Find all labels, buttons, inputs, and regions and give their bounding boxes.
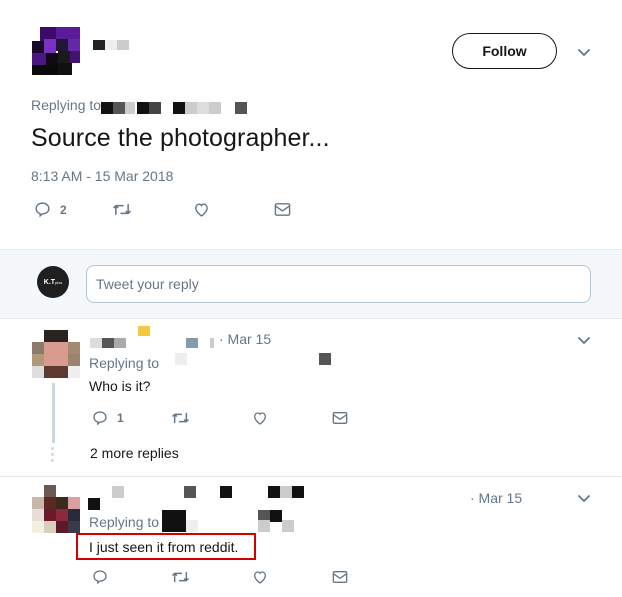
follow-button[interactable]: Follow [452, 33, 557, 69]
reply-icon [93, 570, 107, 585]
reply-action[interactable]: 2 [34, 201, 67, 218]
reply-input[interactable]: Tweet your reply [86, 265, 591, 303]
replying-to: Replying to [89, 514, 160, 530]
retweet-action[interactable] [171, 410, 190, 426]
replying-to-handles-redacted[interactable] [101, 102, 247, 114]
user-avatar[interactable]: K.T pics [37, 266, 69, 298]
replying-to-handles-redacted[interactable] [162, 510, 302, 532]
reply-date[interactable]: · Mar 15 [219, 331, 271, 347]
reply-avatar[interactable] [32, 330, 80, 378]
divider [0, 476, 622, 477]
chevron-down-icon[interactable] [577, 493, 591, 503]
like-action[interactable] [193, 201, 210, 218]
dm-icon [332, 412, 348, 424]
reply-count: 2 [60, 202, 67, 217]
reply-count: 1 [117, 411, 124, 425]
retweet-action[interactable] [171, 569, 190, 585]
replying-to: Replying to [31, 97, 102, 113]
author-avatar[interactable] [32, 27, 80, 75]
retweet-icon [171, 571, 190, 583]
replying-to: Replying to [89, 355, 160, 371]
reply-text: Who is it? [89, 378, 151, 394]
chevron-down-icon[interactable] [577, 335, 591, 345]
like-action[interactable] [252, 569, 268, 585]
more-replies-link[interactable]: 2 more replies [90, 445, 179, 461]
like-icon [253, 571, 267, 584]
like-icon [253, 412, 267, 425]
chevron-down-icon[interactable] [577, 47, 591, 57]
reply-author-redacted[interactable] [88, 486, 308, 510]
dm-action[interactable] [332, 570, 348, 584]
like-icon [195, 203, 208, 217]
reply-action[interactable] [92, 569, 108, 585]
reply-text: I just seen it from reddit. [89, 539, 239, 555]
retweet-action[interactable] [112, 201, 132, 218]
dm-icon [332, 571, 348, 583]
retweet-icon [171, 412, 190, 424]
reply-date[interactable]: · Mar 15 [470, 490, 522, 506]
like-action[interactable] [252, 410, 268, 426]
replying-to-handles-redacted[interactable] [175, 353, 335, 365]
reply-icon [35, 202, 50, 218]
reply-icon [93, 411, 107, 426]
dm-action[interactable] [274, 202, 291, 217]
tweet-timestamp[interactable]: 8:13 AM - 15 Mar 2018 [31, 168, 173, 184]
reply-action[interactable]: 1 [92, 410, 124, 426]
tweet-text: Source the photographer... [31, 124, 330, 152]
retweet-icon [112, 204, 132, 215]
reply-avatar[interactable] [32, 485, 80, 533]
dm-action[interactable] [332, 411, 348, 425]
dm-icon [274, 203, 291, 216]
reply-author-redacted[interactable] [90, 326, 230, 348]
thread-dots [51, 447, 55, 465]
thread-line [52, 383, 55, 443]
